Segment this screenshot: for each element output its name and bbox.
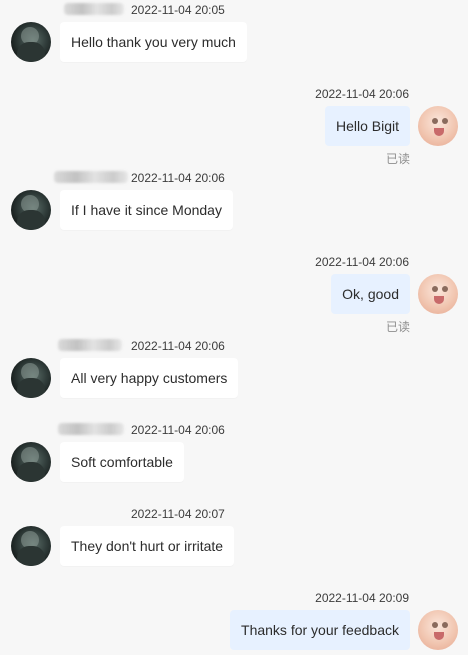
message-timestamp: 2022-11-04 20:06	[315, 255, 409, 269]
sender-name-blurred	[64, 3, 124, 15]
message-timestamp: 2022-11-04 20:06	[131, 339, 225, 353]
agent-avatar-icon[interactable]	[418, 610, 458, 650]
customer-avatar-icon[interactable]	[11, 22, 51, 62]
message-timestamp: 2022-11-04 20:07	[131, 507, 225, 521]
message-bubble[interactable]: Hello Bigit	[324, 106, 410, 146]
read-status: 已读	[385, 320, 410, 334]
message-bubble[interactable]: All very happy customers	[60, 358, 239, 398]
message-bubble[interactable]: Hello thank you very much	[60, 22, 247, 62]
customer-avatar-icon[interactable]	[11, 190, 51, 230]
sender-name-blurred	[54, 171, 128, 183]
message-timestamp: 2022-11-04 20:06	[131, 171, 225, 185]
message-timestamp: 2022-11-04 20:06	[315, 87, 409, 101]
message-bubble[interactable]: They don't hurt or irritate	[60, 526, 235, 566]
customer-avatar-icon[interactable]	[11, 358, 51, 398]
read-status: 已读	[385, 152, 410, 166]
customer-avatar-icon[interactable]	[11, 526, 51, 566]
message-bubble[interactable]: Soft comfortable	[60, 442, 184, 482]
chat-thread: 2022-11-04 20:05 Hello thank you very mu…	[0, 0, 468, 655]
agent-avatar-icon[interactable]	[418, 106, 458, 146]
sender-name-blurred	[58, 339, 122, 351]
message-timestamp: 2022-11-04 20:06	[131, 423, 225, 437]
sender-name-blurred	[58, 423, 124, 435]
message-bubble[interactable]: Thanks for your feedback	[230, 610, 410, 650]
message-bubble[interactable]: Ok, good	[331, 274, 410, 314]
agent-avatar-icon[interactable]	[418, 274, 458, 314]
message-bubble[interactable]: If I have it since Monday	[60, 190, 233, 230]
message-timestamp: 2022-11-04 20:09	[315, 591, 409, 605]
customer-avatar-icon[interactable]	[11, 442, 51, 482]
message-timestamp: 2022-11-04 20:05	[131, 3, 225, 17]
